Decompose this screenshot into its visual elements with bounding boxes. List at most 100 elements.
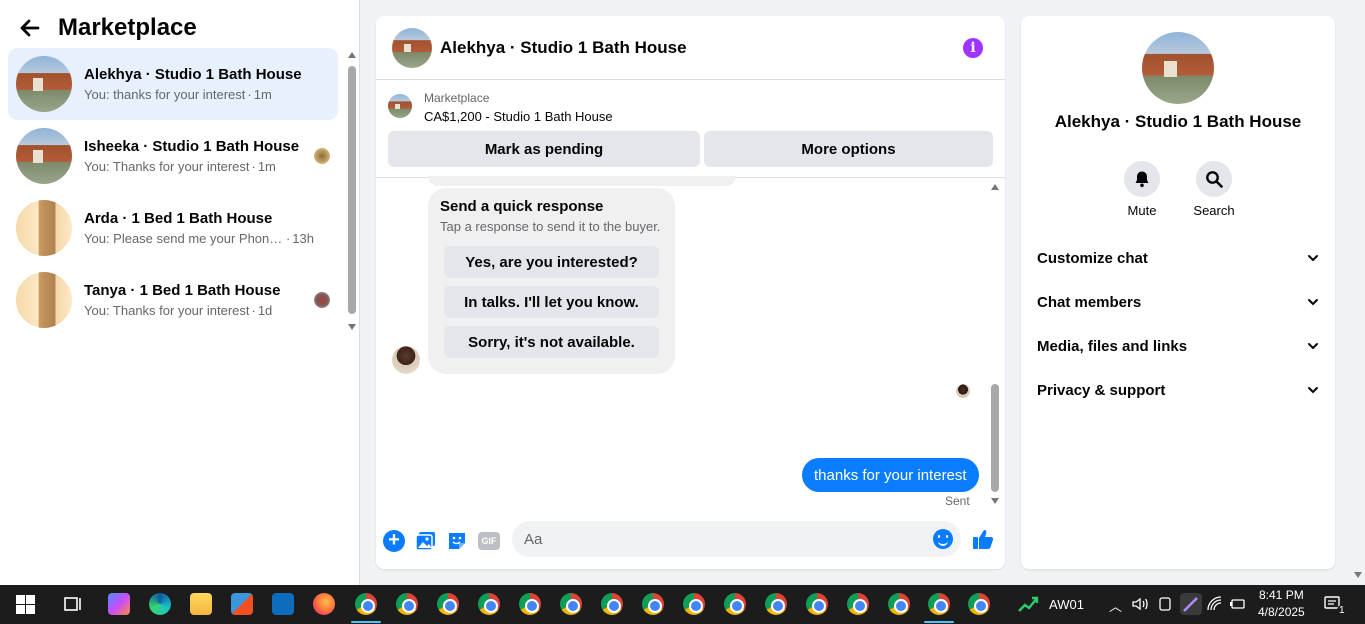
info-icon[interactable]: i	[963, 38, 983, 58]
back-arrow-icon[interactable]	[18, 16, 42, 40]
chrome-icon[interactable]	[888, 593, 910, 615]
quick-response-subtitle: Tap a response to send it to the buyer.	[440, 219, 661, 234]
chrome-icon[interactable]	[437, 593, 459, 615]
conversation-name: Isheeka · Studio 1 Bath House	[84, 138, 300, 155]
conversation-name: Arda · 1 Bed 1 Bath House	[84, 210, 273, 227]
conversation-snippet: You: thanks for your interest	[84, 87, 246, 102]
more-options-button[interactable]: More options	[704, 131, 993, 167]
chrome-icon[interactable]	[396, 593, 418, 615]
gif-icon[interactable]: GIF	[478, 532, 500, 550]
left-header: Marketplace	[18, 14, 197, 42]
clock-time[interactable]: 8:41 PM	[1259, 588, 1304, 602]
conversation-time: 1d	[249, 303, 272, 318]
listing-thumbnail[interactable]	[388, 94, 412, 118]
media-files-links-section[interactable]: Media, files and links	[1037, 328, 1319, 364]
sender-avatar[interactable]	[392, 346, 420, 374]
emoji-icon[interactable]	[933, 529, 953, 549]
chevron-down-icon	[1308, 299, 1318, 306]
stock-label[interactable]: AW01	[1049, 597, 1084, 612]
listing-price[interactable]: CA$1,200 - Studio 1 Bath House	[424, 109, 613, 124]
privacy-support-section[interactable]: Privacy & support	[1037, 372, 1319, 408]
chat-members-section[interactable]: Chat members	[1037, 284, 1319, 320]
scroll-down-icon[interactable]	[348, 324, 356, 330]
search-icon[interactable]	[1196, 161, 1232, 197]
conversation-avatar	[16, 200, 72, 256]
marketplace-title: Marketplace	[58, 14, 197, 41]
scroll-up-icon[interactable]	[348, 52, 356, 58]
chevron-down-icon	[1308, 255, 1318, 262]
conversation-snippet: You: Thanks for your interest	[84, 303, 250, 318]
profile-avatar[interactable]	[1142, 32, 1214, 104]
scroll-down-icon[interactable]	[991, 498, 999, 504]
search-button[interactable]: Search	[1193, 161, 1235, 218]
stock-chart-icon[interactable]	[1017, 593, 1039, 615]
chrome-icon[interactable]	[683, 593, 705, 615]
message-area: Send a quick response Tap a response to …	[376, 176, 1005, 508]
battery-icon[interactable]	[1229, 595, 1247, 613]
chrome-icon[interactable]	[806, 593, 828, 615]
chat-panel: Alekhya · Studio 1 Bath House i Marketpl…	[376, 16, 1005, 569]
pen-icon[interactable]	[1180, 593, 1202, 615]
customize-chat-section[interactable]: Customize chat	[1037, 240, 1319, 276]
device-icon[interactable]	[1157, 595, 1173, 613]
quick-response-card: Send a quick response Tap a response to …	[428, 188, 675, 374]
plus-icon[interactable]: +	[383, 530, 405, 552]
chrome-icon[interactable]	[478, 593, 500, 615]
chrome-icon[interactable]	[765, 593, 787, 615]
chat-title[interactable]: Alekhya · Studio 1 Bath House	[440, 38, 687, 58]
conversation-item[interactable]: Tanya · 1 Bed 1 Bath House You: Thanks f…	[8, 264, 338, 336]
quick-reply-button[interactable]: Yes, are you interested?	[444, 246, 659, 278]
conversation-list-panel: Marketplace Alekhya · Studio 1 Bath Hous…	[0, 0, 360, 585]
chat-avatar[interactable]	[392, 27, 432, 68]
quick-reply-button[interactable]: Sorry, it's not available.	[444, 326, 659, 358]
chrome-icon[interactable]	[724, 593, 746, 615]
mute-button[interactable]: Mute	[1124, 161, 1160, 218]
notification-badge: 1	[1337, 605, 1347, 616]
my-message-bubble[interactable]: thanks for your interest	[802, 458, 979, 492]
chrome-icon[interactable]	[968, 593, 990, 615]
sticker-icon[interactable]	[446, 530, 468, 552]
firefox-icon[interactable]	[313, 593, 335, 615]
chrome-icon[interactable]	[847, 593, 869, 615]
bell-icon[interactable]	[1124, 161, 1160, 197]
edge-icon[interactable]	[149, 593, 171, 615]
chrome-icon[interactable]	[601, 593, 623, 615]
copilot-icon[interactable]	[108, 593, 130, 615]
quick-reply-button[interactable]: In talks. I'll let you know.	[444, 286, 659, 318]
wifi-icon[interactable]	[1206, 595, 1224, 613]
conversation-item[interactable]: Alekhya · Studio 1 Bath House You: thank…	[8, 48, 338, 120]
sent-status: Sent	[945, 494, 970, 508]
conversation-scrollbar[interactable]	[347, 50, 357, 330]
chrome-icon[interactable]	[928, 593, 950, 615]
photo-icon[interactable]	[415, 530, 437, 552]
conversation-item[interactable]: Isheeka · Studio 1 Bath House You: Thank…	[8, 120, 338, 192]
conversation-name: Tanya · 1 Bed 1 Bath House	[84, 282, 281, 299]
mark-as-pending-button[interactable]: Mark as pending	[388, 131, 700, 167]
scrollbar-thumb[interactable]	[348, 66, 356, 314]
conversation-item[interactable]: Arda · 1 Bed 1 Bath House You: Please se…	[8, 192, 338, 264]
chat-scrollbar[interactable]	[990, 182, 1000, 504]
windows-start-icon[interactable]	[14, 593, 36, 615]
page-scroll-down-icon[interactable]	[1354, 572, 1362, 578]
outlook-icon[interactable]	[272, 593, 294, 615]
volume-icon[interactable]	[1131, 595, 1149, 613]
scroll-up-icon[interactable]	[991, 184, 999, 190]
scrollbar-thumb[interactable]	[991, 384, 999, 492]
section-label: Chat members	[1037, 293, 1142, 311]
chevron-down-icon	[1308, 387, 1318, 394]
thumbs-up-icon[interactable]	[972, 528, 994, 550]
message-input[interactable]	[512, 521, 961, 557]
search-label: Search	[1193, 203, 1235, 218]
profile-actions: Mute Search	[1021, 161, 1335, 218]
chrome-icon[interactable]	[355, 593, 377, 615]
chrome-icon[interactable]	[642, 593, 664, 615]
conversation-name: Alekhya · Studio 1 Bath House	[84, 66, 302, 83]
file-explorer-icon[interactable]	[190, 593, 212, 615]
conversation-list: Alekhya · Studio 1 Bath House You: thank…	[8, 48, 338, 336]
task-view-icon[interactable]	[62, 593, 84, 615]
chrome-icon[interactable]	[519, 593, 541, 615]
chevron-up-icon[interactable]: ︿	[1109, 596, 1122, 615]
clock-date[interactable]: 4/8/2025	[1258, 605, 1305, 619]
microsoft-store-icon[interactable]	[231, 593, 253, 615]
chrome-icon[interactable]	[560, 593, 582, 615]
